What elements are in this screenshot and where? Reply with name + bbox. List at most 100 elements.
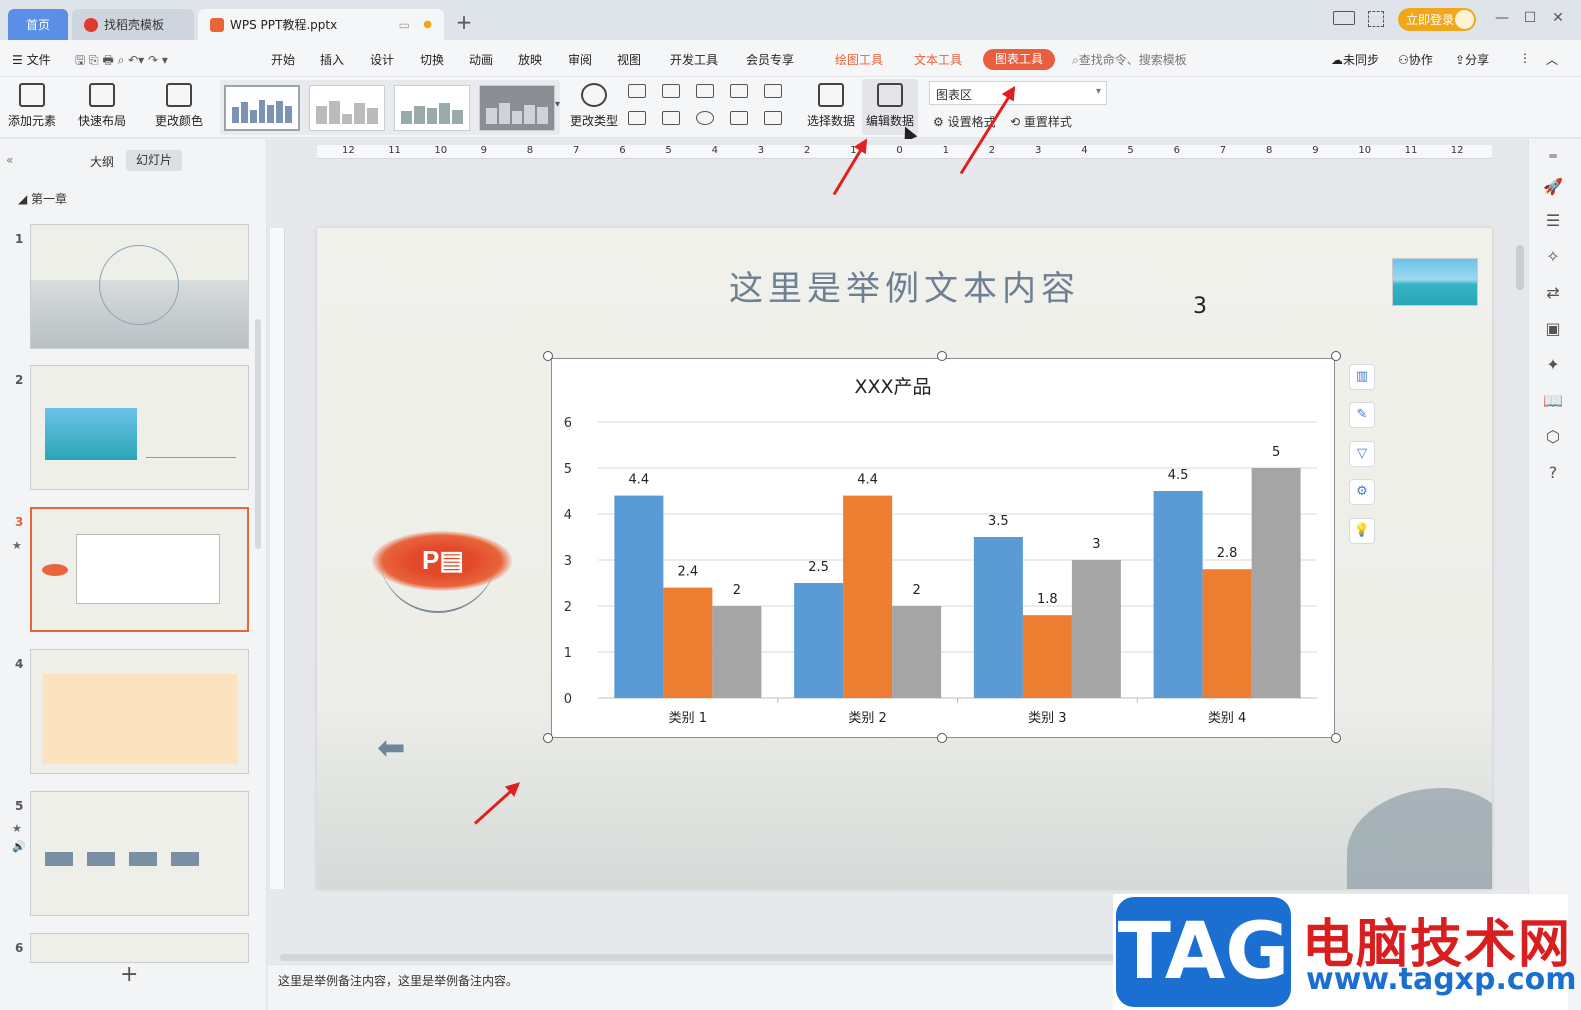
resize-handle[interactable] xyxy=(937,351,947,361)
scatter-chart-icon[interactable] xyxy=(730,111,748,125)
image-icon[interactable]: ▣ xyxy=(1542,319,1564,341)
slide-thumbnail-2[interactable] xyxy=(30,365,249,490)
panel-scrollbar[interactable] xyxy=(255,319,261,549)
slide-thumbnail-1[interactable] xyxy=(30,224,249,349)
login-button[interactable]: 立即登录 xyxy=(1398,8,1476,31)
share-button[interactable]: ⇪分享 xyxy=(1455,51,1489,68)
box-icon[interactable]: ⬡ xyxy=(1542,427,1564,449)
beach-photo[interactable] xyxy=(1392,258,1478,306)
tab-slides[interactable]: 幻灯片 xyxy=(126,150,182,171)
tab-outline[interactable]: 大纲 xyxy=(90,153,114,170)
help-icon[interactable]: ? xyxy=(1542,463,1564,485)
change-type-button[interactable]: 更改类型 xyxy=(570,83,618,129)
sliders-icon[interactable]: ☰ xyxy=(1542,211,1564,233)
slide-thumbnail-6[interactable] xyxy=(30,933,249,963)
chart-settings-icon[interactable]: ⚙ xyxy=(1349,479,1375,505)
resize-handle[interactable] xyxy=(937,733,947,743)
select-data-button[interactable]: 选择数据 xyxy=(807,83,855,129)
set-format-button[interactable]: ⚙ 设置格式 xyxy=(933,113,996,130)
menu-draw-tools[interactable]: 绘图工具 xyxy=(835,51,883,68)
chart-style-4[interactable] xyxy=(479,85,555,131)
tab-home[interactable]: 首页 xyxy=(8,9,68,40)
menu-file[interactable]: ☰ 文件 xyxy=(12,51,51,68)
menu-view[interactable]: 视图 xyxy=(617,51,641,68)
resize-handle[interactable] xyxy=(1331,733,1341,743)
add-slide-button[interactable]: + xyxy=(120,962,138,987)
canvas-scrollbar[interactable] xyxy=(1516,245,1524,290)
close-icon[interactable]: ✕ xyxy=(1548,10,1568,26)
pie-chart-icon[interactable] xyxy=(696,111,714,125)
column-chart-icon[interactable] xyxy=(628,84,646,98)
bar-chart-icon[interactable] xyxy=(662,84,680,98)
animation-icon[interactable]: ✦ xyxy=(1542,355,1564,377)
notes-text[interactable]: 这里是举例备注内容，这里是举例备注内容。 xyxy=(278,972,518,989)
resize-handle[interactable] xyxy=(543,733,553,743)
user-icon: ⚇ xyxy=(1398,53,1409,67)
line-chart-icon[interactable] xyxy=(696,84,714,98)
magic-icon[interactable]: ✧ xyxy=(1542,247,1564,269)
chart-elements-icon[interactable]: ▥ xyxy=(1349,364,1375,390)
quick-access-icons[interactable]: 🖫 ⎘ 🖶 ⌕ ↶▾ ↷ ▾ xyxy=(75,51,168,72)
gallery-more-icon[interactable]: ▾ xyxy=(555,99,560,110)
collapse-ribbon-icon[interactable]: ︿ xyxy=(1546,51,1558,68)
back-arrow-icon[interactable]: ⬅ xyxy=(377,728,406,768)
menu-transition[interactable]: 切换 xyxy=(420,51,444,68)
resize-handle[interactable] xyxy=(543,351,553,361)
menu-developer[interactable]: 开发工具 xyxy=(670,51,718,68)
minimize-icon[interactable]: — xyxy=(1492,10,1512,26)
menu-start[interactable]: 开始 xyxy=(271,51,295,68)
menu-slideshow[interactable]: 放映 xyxy=(518,51,542,68)
change-color-button[interactable]: 更改颜色 xyxy=(155,83,203,129)
menu-chart-tools[interactable]: 图表工具 xyxy=(983,49,1055,70)
sidebar-collapse-icon[interactable]: ═ xyxy=(1542,149,1564,171)
new-tab-button[interactable]: + xyxy=(452,10,476,34)
collab-button[interactable]: ⚇协作 xyxy=(1398,51,1433,68)
add-element-button[interactable]: 添加元素 xyxy=(8,83,56,129)
chart-filter-icon[interactable]: ▽ xyxy=(1349,441,1375,467)
chart-style-2[interactable] xyxy=(309,85,385,131)
radar-chart-icon[interactable] xyxy=(730,84,748,98)
menu-animation[interactable]: 动画 xyxy=(469,51,493,68)
quick-layout-button[interactable]: 快速布局 xyxy=(78,83,126,129)
tab-document[interactable]: WPS PPT教程.pptx ▭ ● xyxy=(198,9,444,40)
menu-design[interactable]: 设计 xyxy=(370,51,394,68)
slide-thumbnail-3[interactable] xyxy=(30,507,249,632)
menu-text-tools[interactable]: 文本工具 xyxy=(914,51,962,68)
menu-insert[interactable]: 插入 xyxy=(320,51,344,68)
slide-title[interactable]: 这里是举例文本内容 xyxy=(317,261,1492,310)
rocket-icon[interactable]: 🚀 xyxy=(1542,177,1564,199)
chart-style-3[interactable] xyxy=(394,85,470,131)
area-chart-icon[interactable] xyxy=(628,111,646,125)
chart-style-brush-icon[interactable]: ✎ xyxy=(1349,402,1375,428)
bubble-chart-icon[interactable] xyxy=(764,111,782,125)
combo-chart-icon[interactable] xyxy=(662,111,680,125)
transition-icon[interactable]: ⇄ xyxy=(1542,283,1564,305)
maximize-icon[interactable]: ☐ xyxy=(1520,10,1540,26)
slide-thumbnail-4[interactable] xyxy=(30,649,249,774)
chart-area[interactable]: XXX产品 0 1 2 3 4 5 6 4.4 2.4 2 类别 1 2.5 4.4 2 类别 2 3.5 1.8… xyxy=(551,358,1335,738)
grid-icon[interactable] xyxy=(1368,11,1384,27)
stock-chart-icon[interactable] xyxy=(764,84,782,98)
edit-data-button[interactable]: 编辑数据 xyxy=(866,83,914,129)
monitor-icon[interactable]: ▭ xyxy=(399,18,410,32)
change-color-icon xyxy=(166,83,192,107)
book-icon[interactable]: 📖 xyxy=(1542,391,1564,413)
tab-templates[interactable]: 找稻壳模板 xyxy=(72,9,194,40)
reset-style-button[interactable]: ⟲ 重置样式 xyxy=(1010,113,1072,130)
chapter-label[interactable]: ◢ 第一章 xyxy=(18,190,67,207)
resize-handle[interactable] xyxy=(1331,351,1341,361)
collapse-panel-icon[interactable]: « xyxy=(6,153,13,167)
chart-style-1[interactable] xyxy=(224,85,300,131)
menu-member[interactable]: 会员专享 xyxy=(746,51,794,68)
sync-button[interactable]: ☁未同步 xyxy=(1331,51,1379,68)
horizontal-scrollbar[interactable] xyxy=(280,954,1180,961)
layout-icon[interactable] xyxy=(1333,11,1355,25)
menu-review[interactable]: 审阅 xyxy=(568,51,592,68)
select-data-icon xyxy=(818,83,844,107)
more-icon[interactable]: ⋮ xyxy=(1519,51,1531,65)
slide-thumbnail-5[interactable] xyxy=(30,791,249,916)
ruler-tick: 9 xyxy=(480,145,487,156)
chart-tips-icon[interactable]: 💡 xyxy=(1349,518,1375,544)
slide-number-text[interactable]: 3 xyxy=(1193,294,1207,319)
search-box[interactable]: ⌕查找命令、搜索模板 xyxy=(1072,51,1187,68)
